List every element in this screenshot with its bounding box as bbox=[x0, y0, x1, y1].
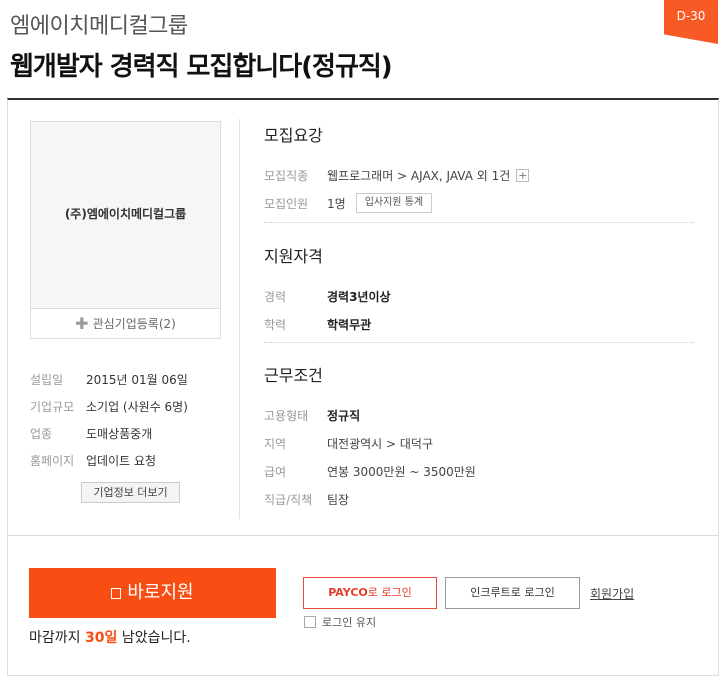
count-value: 1명 bbox=[327, 196, 346, 211]
expand-field-button[interactable]: + bbox=[516, 168, 530, 182]
company-logo-text: (주)엠에이치메디컬그룹 bbox=[64, 207, 187, 221]
info-label: 홈페이지 bbox=[30, 454, 75, 468]
deadline-suffix: 남았습니다. bbox=[117, 630, 191, 646]
info-label: 업종 bbox=[30, 427, 53, 441]
dday-badge: D-30 bbox=[664, 0, 718, 44]
job-detail-card: (주)엠에이치메디컬그룹 ✚ 관심기업등록(2) 설립일 2015년 01월 06… bbox=[7, 98, 719, 676]
field-label: 모집직종 bbox=[264, 168, 309, 183]
info-value: 소기업 (사원수 6명) bbox=[86, 400, 188, 414]
conditions-label: 고용형태 bbox=[264, 408, 309, 423]
count-label: 모집인원 bbox=[264, 196, 309, 211]
info-row-size: 기업규모 소기업 (사원수 6명) bbox=[30, 393, 188, 420]
favorite-company-button[interactable]: ✚ 관심기업등록(2) bbox=[31, 308, 220, 338]
payco-brand: PAYCO bbox=[328, 586, 368, 599]
apply-stats-button[interactable]: 입사지원 통계 bbox=[355, 193, 433, 213]
company-info: 설립일 2015년 01월 06일 기업규모 소기업 (사원수 6명) 업종 도… bbox=[30, 366, 188, 474]
join-link[interactable]: 회원가입 bbox=[590, 585, 634, 602]
qualification-label: 경력 bbox=[264, 289, 287, 304]
conditions-row: 고용형태 정규직 bbox=[264, 401, 692, 429]
company-name[interactable]: 엠에이치메디컬그룹 bbox=[10, 8, 188, 40]
company-more-button[interactable]: 기업정보 더보기 bbox=[81, 482, 180, 503]
keep-login: 로그인 유지 bbox=[304, 614, 376, 630]
deadline-days: 30일 bbox=[84, 630, 118, 646]
recruit-count-row: 모집인원 1명 입사지원 통계 bbox=[264, 189, 692, 217]
section-divider bbox=[264, 342, 694, 343]
apply-now-button[interactable]: 바로지원 bbox=[29, 568, 276, 618]
recruit-title: 모집요강 bbox=[264, 126, 323, 145]
conditions-section: 근무조건 고용형태 정규직 지역 대전광역시 > 대덕구 급여 연봉 3000만… bbox=[264, 362, 692, 513]
deadline-prefix: 마감까지 bbox=[29, 630, 85, 646]
info-row-industry: 업종 도매상품중개 bbox=[30, 420, 188, 447]
recruit-section: 모집요강 모집직종 웹프로그래머 > AJAX, JAVA 외 1건 + 모집인… bbox=[264, 122, 692, 217]
conditions-value: 대전광역시 > 대덕구 bbox=[327, 436, 434, 451]
horizontal-divider bbox=[8, 535, 718, 536]
conditions-label: 직급/직책 bbox=[264, 492, 313, 507]
info-label: 설립일 bbox=[30, 373, 64, 387]
company-logo: (주)엠에이치메디컬그룹 ✚ 관심기업등록(2) bbox=[30, 121, 221, 339]
job-title: 웹개발자 경력직 모집합니다(정규직) bbox=[10, 52, 393, 82]
info-value: 도매상품중개 bbox=[86, 427, 153, 441]
info-label: 기업규모 bbox=[30, 400, 75, 414]
conditions-row: 지역 대전광역시 > 대덕구 bbox=[264, 429, 692, 457]
vertical-divider bbox=[239, 119, 240, 519]
keep-login-label: 로그인 유지 bbox=[322, 616, 377, 629]
conditions-value: 연봉 3000만원 ~ 3500만원 bbox=[327, 464, 476, 479]
qualification-row: 학력 학력무관 bbox=[264, 310, 692, 338]
recruit-field-row: 모집직종 웹프로그래머 > AJAX, JAVA 외 1건 + bbox=[264, 161, 692, 189]
conditions-label: 지역 bbox=[264, 436, 287, 451]
homepage-update-link[interactable]: 업데이트 요청 bbox=[86, 452, 156, 469]
favorite-label: 관심기업등록(2) bbox=[92, 317, 176, 331]
conditions-value: 정규직 bbox=[327, 408, 361, 423]
conditions-title: 근무조건 bbox=[264, 366, 323, 385]
qualification-row: 경력 경력3년이상 bbox=[264, 282, 692, 310]
apply-label: 바로지원 bbox=[127, 582, 194, 603]
keep-login-checkbox[interactable] bbox=[304, 616, 316, 628]
field-value: 웹프로그래머 > AJAX, JAVA 외 1건 bbox=[327, 168, 511, 183]
info-row-founded: 설립일 2015년 01월 06일 bbox=[30, 366, 188, 393]
payco-login-label: 로 로그인 bbox=[367, 586, 412, 599]
apply-icon bbox=[111, 588, 122, 599]
qualification-title: 지원자격 bbox=[264, 247, 323, 266]
conditions-label: 급여 bbox=[264, 464, 287, 479]
info-value: 2015년 01월 06일 bbox=[86, 373, 188, 387]
qualification-value: 경력3년이상 bbox=[327, 289, 391, 304]
deadline-text: 마감까지 30일 남았습니다. bbox=[29, 627, 191, 647]
info-row-homepage: 홈페이지 업데이트 요청 bbox=[30, 447, 188, 474]
qualification-value: 학력무관 bbox=[327, 317, 372, 332]
plus-icon: ✚ bbox=[75, 314, 89, 333]
conditions-row: 직급/직책 팀장 bbox=[264, 485, 692, 513]
payco-login-button[interactable]: PAYCO로 로그인 bbox=[303, 577, 437, 609]
section-divider bbox=[264, 222, 694, 223]
conditions-row: 급여 연봉 3000만원 ~ 3500만원 bbox=[264, 457, 692, 485]
incruit-login-button[interactable]: 인크루트로 로그인 bbox=[445, 577, 580, 609]
conditions-value: 팀장 bbox=[327, 492, 350, 507]
qualification-section: 지원자격 경력 경력3년이상 학력 학력무관 bbox=[264, 243, 692, 338]
qualification-label: 학력 bbox=[264, 317, 287, 332]
